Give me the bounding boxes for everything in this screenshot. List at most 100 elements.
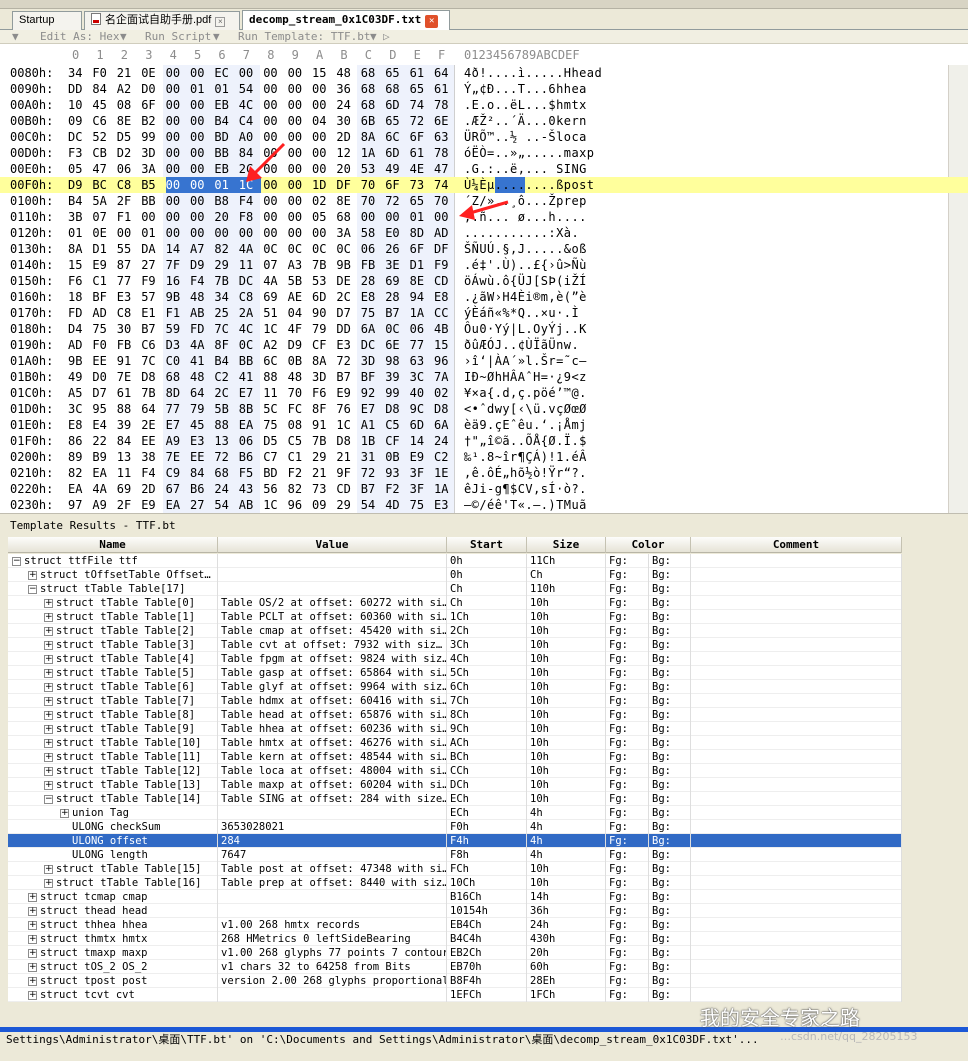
expand-icon[interactable]: + xyxy=(44,683,53,692)
tree-row[interactable]: + struct tTable Table[16] Table prep at of… xyxy=(8,876,902,890)
hex-byte[interactable]: 1C xyxy=(263,497,285,513)
hex-byte[interactable]: EA xyxy=(239,417,261,433)
hex-row[interactable]: 0190h: AD F0 FB C6 D3 4A 8F 0C A2 D9 CF E3 DC 6E 77 15 ­ð… xyxy=(0,337,968,353)
hex-byte[interactable]: 84 xyxy=(239,145,261,161)
hex-byte[interactable]: DE xyxy=(336,273,358,289)
column-start[interactable]: Start xyxy=(447,537,527,553)
tree-row[interactable]: − struct tTable Table[17] Ch 110h Fg: Bg: xyxy=(8,582,902,596)
hex-byte[interactable]: 00 xyxy=(190,65,212,81)
hex-byte[interactable]: 49 xyxy=(68,369,90,385)
hex-byte[interactable]: 1C xyxy=(263,321,285,337)
hex-byte[interactable]: C6 xyxy=(141,337,163,353)
hex-byte[interactable]: C0 xyxy=(166,353,188,369)
hex-byte[interactable]: B8 xyxy=(214,193,236,209)
hex-byte[interactable]: 4C xyxy=(239,321,261,337)
expand-icon[interactable]: + xyxy=(44,627,53,636)
hex-byte[interactable]: 82 xyxy=(288,481,310,497)
hex-byte[interactable]: 01 xyxy=(214,81,236,97)
column-value[interactable]: Value xyxy=(218,537,447,553)
ascii-text[interactable]: Ý„¢Ð...T...6hhea xyxy=(464,81,587,97)
hex-byte[interactable]: 2A xyxy=(239,305,261,321)
ascii-text[interactable]: ¥×a{.d,ç.pöé’™@. xyxy=(464,385,587,401)
hex-byte[interactable]: B7 xyxy=(141,321,163,337)
hex-byte[interactable]: 6C xyxy=(385,129,407,145)
hex-byte[interactable]: D8 xyxy=(434,401,456,417)
hex-byte[interactable]: 6C xyxy=(263,353,285,369)
hex-byte[interactable]: EC xyxy=(214,65,236,81)
hex-byte[interactable]: 58 xyxy=(361,225,383,241)
hex-byte[interactable]: C5 xyxy=(385,417,407,433)
hex-byte[interactable]: 87 xyxy=(117,257,139,273)
close-icon[interactable]: ✕ xyxy=(425,15,439,28)
hex-byte[interactable]: F4 xyxy=(141,465,163,481)
hex-byte[interactable]: 94 xyxy=(410,289,432,305)
hex-byte[interactable]: DD xyxy=(68,81,90,97)
tree-row[interactable]: + struct thmtx hmtx 268 HMetrics 0 leftSid… xyxy=(8,932,902,946)
tree-row[interactable]: + struct tTable Table[13] Table maxp at of… xyxy=(8,778,902,792)
hex-byte[interactable]: 00 xyxy=(239,225,261,241)
hex-byte[interactable]: 5A xyxy=(92,193,114,209)
hex-byte[interactable]: 00 xyxy=(263,65,285,81)
run-template-dropdown[interactable]: Run Template: TTF.bt xyxy=(238,30,370,43)
hex-byte[interactable]: C5 xyxy=(288,433,310,449)
hex-byte[interactable]: A9 xyxy=(92,497,114,513)
hex-byte[interactable]: 53 xyxy=(312,273,334,289)
hex-byte[interactable]: 7E xyxy=(117,369,139,385)
hex-byte[interactable]: 63 xyxy=(434,129,456,145)
hex-byte[interactable]: AB xyxy=(239,497,261,513)
hex-byte[interactable]: 00 xyxy=(263,113,285,129)
ascii-text[interactable]: .é‡'.Ù)..£{›û>Ñù xyxy=(464,257,587,273)
tree-row[interactable]: ULONG offset 284 F4h 4h Fg: Bg: xyxy=(8,834,902,848)
hex-byte[interactable]: 6F xyxy=(410,129,432,145)
hex-byte[interactable]: 69 xyxy=(263,289,285,305)
hex-byte[interactable]: 1A xyxy=(434,481,456,497)
hex-byte[interactable]: 8D xyxy=(166,385,188,401)
hex-byte[interactable]: 2F xyxy=(117,193,139,209)
hex-row[interactable]: 01A0h: 9B EE 91 7C C0 41 B4 BB 6C 0B 8A 72 3D 98 63 96 ›î… xyxy=(0,353,968,369)
hex-byte[interactable]: 48 xyxy=(190,369,212,385)
hex-byte[interactable]: 9C xyxy=(410,401,432,417)
hex-byte[interactable]: 70 xyxy=(361,177,383,193)
hex-byte[interactable]: C2 xyxy=(434,449,456,465)
menu-chevron-icon[interactable]: ▼ xyxy=(12,30,19,43)
hex-byte[interactable]: E7 xyxy=(239,385,261,401)
hex-byte[interactable]: B9 xyxy=(92,449,114,465)
hex-byte[interactable]: CF xyxy=(312,337,334,353)
hex-byte[interactable]: 00 xyxy=(288,209,310,225)
tree-row[interactable]: + struct tTable Table[4] Table fpgm at off… xyxy=(8,652,902,666)
hex-byte[interactable]: 99 xyxy=(385,385,407,401)
hex-byte[interactable]: 00 xyxy=(166,129,188,145)
hex-byte[interactable]: 8F xyxy=(214,337,236,353)
hex-byte[interactable]: E9 xyxy=(141,497,163,513)
hex-byte[interactable]: 72 xyxy=(336,353,358,369)
hex-byte[interactable]: FC xyxy=(288,401,310,417)
hex-byte[interactable]: 00 xyxy=(214,225,236,241)
dropdown-arrow-icon[interactable]: ▼ xyxy=(120,30,127,43)
hex-byte[interactable]: F1 xyxy=(117,209,139,225)
hex-byte[interactable]: EA xyxy=(166,497,188,513)
hex-byte[interactable]: 93 xyxy=(385,465,407,481)
expand-icon[interactable]: + xyxy=(28,991,37,1000)
hex-byte[interactable]: 00 xyxy=(263,177,285,193)
hex-byte[interactable]: 21 xyxy=(336,449,358,465)
expand-icon[interactable]: + xyxy=(44,641,53,650)
ascii-text[interactable]: Ôu0·Yý|L.OyÝj..K xyxy=(464,321,587,337)
hex-byte[interactable]: 29 xyxy=(336,497,358,513)
hex-byte[interactable]: 30 xyxy=(336,113,358,129)
hex-byte[interactable]: 54 xyxy=(361,497,383,513)
hex-byte[interactable]: 00 xyxy=(288,225,310,241)
hex-byte[interactable]: C9 xyxy=(166,465,188,481)
ascii-text[interactable]: <•ˆdwy[‹\ü.vçØœØ xyxy=(464,401,587,417)
hex-byte[interactable]: 68 xyxy=(361,81,383,97)
hex-byte[interactable]: 00 xyxy=(166,81,188,97)
hex-byte[interactable]: AD xyxy=(68,337,90,353)
hex-byte[interactable]: 13 xyxy=(117,449,139,465)
hex-row[interactable]: 00B0h: 09 C6 8E B2 00 00 B4 C4 00 00 04 30 6B 65 72 6E .Æ… xyxy=(0,113,968,129)
hex-byte[interactable]: F4 xyxy=(239,193,261,209)
hex-byte[interactable]: 68 xyxy=(361,65,383,81)
hex-byte[interactable]: 01 xyxy=(214,177,236,193)
tree-row[interactable]: + struct tTable Table[6] Table glyf at off… xyxy=(8,680,902,694)
hex-byte[interactable]: BD xyxy=(214,129,236,145)
hex-byte[interactable]: 91 xyxy=(312,417,334,433)
hex-byte[interactable]: 9B xyxy=(336,257,358,273)
